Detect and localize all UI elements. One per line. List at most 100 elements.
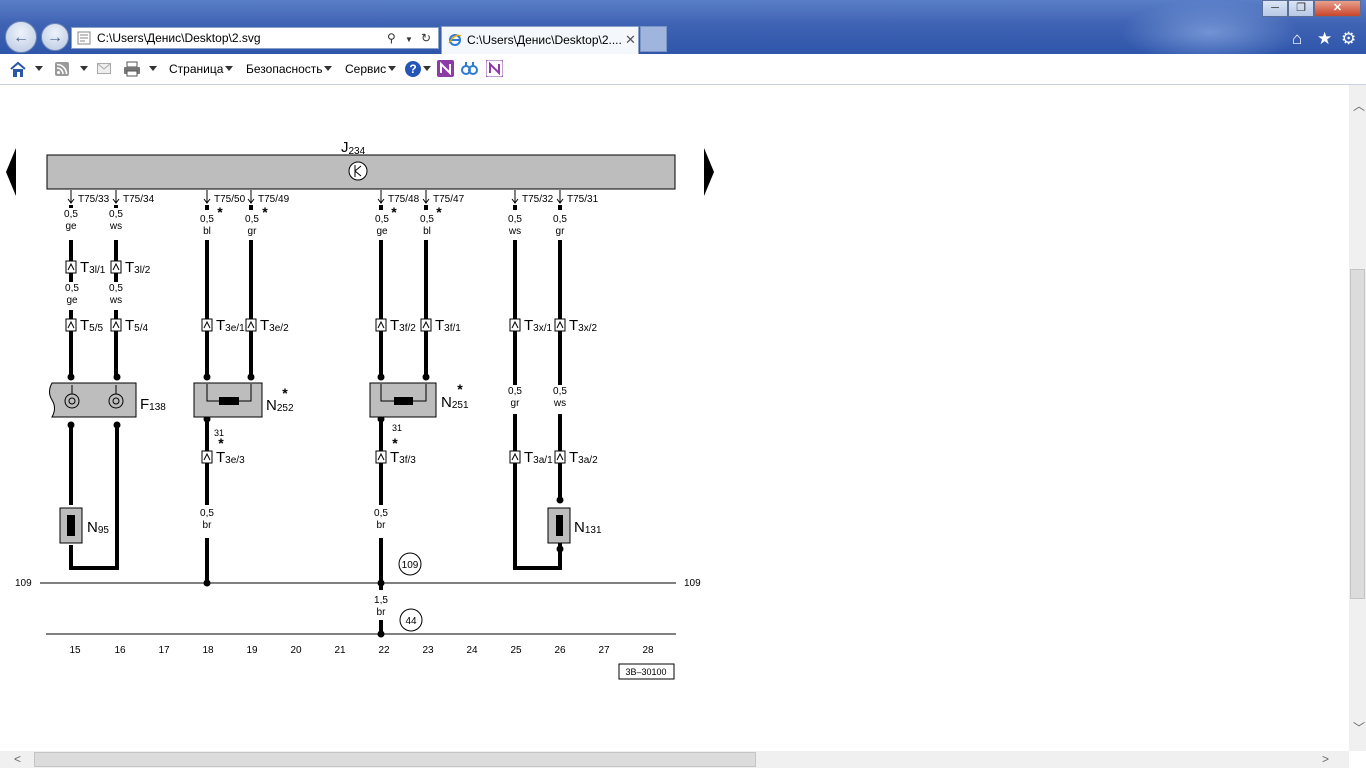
help-icon[interactable]: ? xyxy=(405,61,421,77)
connector-label: T3e/2 xyxy=(260,317,289,334)
connector-icon xyxy=(110,260,122,274)
column-number: 17 xyxy=(158,645,170,656)
page-menu[interactable]: Страница xyxy=(169,62,223,76)
close-window-button[interactable]: ✕ xyxy=(1314,0,1361,17)
print-icon[interactable] xyxy=(123,61,141,77)
pin-label: T75/34 xyxy=(123,194,155,205)
gear-icon[interactable]: ⚙ xyxy=(1341,29,1356,49)
wire-size: 0,5 xyxy=(109,283,123,294)
component-label: N131 xyxy=(574,519,602,536)
connector-label: T3f/3 xyxy=(390,449,416,466)
ie-icon xyxy=(448,34,462,46)
safety-menu-dropdown-icon[interactable] xyxy=(324,66,332,71)
home-icon[interactable]: ⌂ xyxy=(1292,29,1302,49)
wire-size: 0,5 xyxy=(200,508,214,519)
address-bar[interactable]: C:\Users\Денис\Desktop\2.svg ⚲ ▼ ↻ xyxy=(71,27,439,49)
option-star: * xyxy=(391,204,397,220)
connector-icon xyxy=(554,318,566,332)
forward-button[interactable]: → xyxy=(41,23,69,51)
vertical-scrollbar[interactable]: ︿ ﹀ xyxy=(1349,85,1366,751)
pin-labels: T75/33 T75/34 T75/50 T75/49 T75/48 T75/47 T75/… xyxy=(67,190,599,205)
tools-menu[interactable]: Сервис xyxy=(345,62,386,76)
research-icon[interactable] xyxy=(461,60,478,77)
connector-label: T5/4 xyxy=(125,317,149,334)
horizontal-scroll-thumb[interactable] xyxy=(34,752,756,767)
ref-circle-44-text: 44 xyxy=(405,616,417,627)
help-dropdown-icon[interactable] xyxy=(423,66,431,71)
dropdown-icon[interactable]: ▼ xyxy=(405,30,413,50)
column-number: 21 xyxy=(334,645,346,656)
horizontal-scrollbar[interactable]: < > xyxy=(0,751,1349,768)
ground-num-n252: 31 xyxy=(214,428,224,438)
vertical-scroll-thumb[interactable] xyxy=(1350,269,1365,599)
column-number: 25 xyxy=(510,645,522,656)
scroll-left-icon[interactable]: < xyxy=(14,752,21,766)
mail-icon[interactable] xyxy=(97,63,111,74)
column-number: 27 xyxy=(598,645,610,656)
connector-icon xyxy=(201,450,213,464)
tab-title: C:\Users\Денис\Desktop\2.... xyxy=(467,33,622,47)
pin-label: T75/31 xyxy=(567,194,599,205)
browser-titlebar: ← → C:\Users\Денис\Desktop\2.svg ⚲ ▼ ↻ C… xyxy=(0,0,1366,54)
tools-menu-dropdown-icon[interactable] xyxy=(388,66,396,71)
option-star: * xyxy=(262,204,268,220)
wire-color: ge xyxy=(376,226,388,237)
home-icon[interactable] xyxy=(9,61,27,78)
wire-color: br xyxy=(377,607,387,618)
forward-arrow-icon: → xyxy=(47,29,63,46)
column-number: 15 xyxy=(69,645,81,656)
next-page-arrow-icon[interactable] xyxy=(704,148,714,196)
wire-size: 0,5 xyxy=(553,386,567,397)
scroll-right-icon[interactable]: > xyxy=(1322,752,1329,766)
pin-arrow-icon xyxy=(377,190,385,204)
n95-coil-icon xyxy=(67,515,75,536)
connector-icon xyxy=(554,450,566,464)
wire-color: br xyxy=(203,520,213,531)
junction-dots xyxy=(67,373,564,638)
connector-icon xyxy=(375,318,387,332)
component-label: N252 xyxy=(266,397,294,414)
maximize-button[interactable]: ❐ xyxy=(1288,0,1314,17)
n251-coil-icon xyxy=(394,397,413,405)
tab-close-icon[interactable]: ✕ xyxy=(625,32,636,48)
wire-size: 0,5 xyxy=(508,214,522,225)
wire-size: 0,5 xyxy=(64,209,78,220)
onenote-icon[interactable] xyxy=(437,60,454,77)
tab-active[interactable]: C:\Users\Денис\Desktop\2.... ✕ xyxy=(441,26,639,54)
connector-label: T3l/1 xyxy=(80,259,106,276)
connector-label: T3a/2 xyxy=(569,449,598,466)
pin-arrow-icon xyxy=(247,190,255,204)
feeds-icon[interactable] xyxy=(55,62,69,76)
connector-icon xyxy=(509,450,521,464)
control-unit-k-symbol-icon xyxy=(348,161,368,181)
safety-menu[interactable]: Безопасность xyxy=(246,62,323,76)
scroll-up-icon[interactable]: ︿ xyxy=(1353,97,1365,114)
back-arrow-icon: ← xyxy=(13,29,29,46)
minimize-button[interactable]: ─ xyxy=(1262,0,1288,17)
wire-color: ws xyxy=(109,295,122,306)
page-favicon-icon xyxy=(77,31,91,45)
print-dropdown-icon[interactable] xyxy=(149,66,157,71)
scroll-down-icon[interactable]: ﹀ xyxy=(1353,719,1365,736)
new-tab-button[interactable] xyxy=(640,26,667,52)
search-icon[interactable]: ⚲ xyxy=(387,28,396,48)
address-url[interactable]: C:\Users\Денис\Desktop\2.svg xyxy=(97,28,261,48)
favorites-star-icon[interactable]: ★ xyxy=(1317,29,1332,49)
page-menu-dropdown-icon[interactable] xyxy=(225,66,233,71)
back-button[interactable]: ← xyxy=(5,21,37,53)
feeds-dropdown-icon[interactable] xyxy=(80,66,88,71)
home-dropdown-icon[interactable] xyxy=(35,66,43,71)
refresh-icon[interactable]: ↻ xyxy=(421,28,431,48)
connector-icon xyxy=(65,260,77,274)
column-number: 22 xyxy=(378,645,390,656)
wire-color: gr xyxy=(556,226,566,237)
component-label: N95 xyxy=(87,519,109,536)
n131-coil-icon xyxy=(556,515,563,536)
previous-page-arrow-icon[interactable] xyxy=(6,148,16,196)
column-numbers: 15 16 17 18 19 20 21 22 23 24 25 26 27 28 xyxy=(69,645,654,656)
pin-arrow-icon xyxy=(511,190,519,204)
wire-size: 0,5 xyxy=(200,214,214,225)
wire-color: ge xyxy=(65,221,77,232)
send-to-onenote-icon[interactable] xyxy=(486,60,503,77)
connector-label: T3l/2 xyxy=(125,259,151,276)
